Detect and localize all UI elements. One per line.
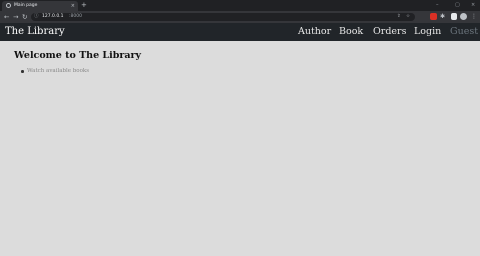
nav-link-login[interactable]: Login [414,23,441,41]
browser-tab-strip: Main page × + – ▢ × [0,0,480,11]
address-bar[interactable]: ⓘ 127.0.0.1 :8000 ⇪ ☆ [31,13,415,21]
tab-close-icon[interactable]: × [71,2,75,10]
site-navbar: The Library Author Book Orders Login Gue… [0,23,480,41]
reload-icon[interactable]: ↻ [22,12,27,22]
menu-icon[interactable]: ⋮ [471,12,477,22]
forward-icon[interactable]: → [13,12,18,22]
action-list: Watch available books [21,67,89,75]
list-item[interactable]: Watch available books [21,67,89,75]
nav-link-author[interactable]: Author [298,23,331,41]
profile-avatar[interactable] [460,13,467,20]
puzzle-icon[interactable]: ✱ [440,12,445,22]
maximize-icon[interactable]: ▢ [455,1,460,9]
extension-icon[interactable] [430,13,437,20]
share-icon[interactable]: ⇪ [397,13,401,21]
site-info-icon[interactable]: ⓘ [34,13,39,21]
sidebar-icon[interactable] [451,13,457,20]
browser-tab[interactable]: Main page × [2,1,78,11]
watch-books-link[interactable]: Watch available books [27,68,89,74]
nav-link-book[interactable]: Book [339,23,363,41]
bullet-icon [21,70,24,73]
bookmark-star-icon[interactable]: ☆ [406,13,410,21]
nav-link-orders[interactable]: Orders [373,23,406,41]
nav-user-guest: Guest [450,26,479,37]
minimize-icon[interactable]: – [436,1,439,9]
globe-icon [6,3,11,8]
browser-toolbar: ← → ↻ ⓘ 127.0.0.1 :8000 ⇪ ☆ ✱ ⋮ [0,11,480,23]
page-heading: Welcome to The Library [14,50,142,61]
back-icon[interactable]: ← [4,12,9,22]
new-tab-button[interactable]: + [81,1,87,10]
brand-link[interactable]: The Library [5,23,65,41]
url-port: :8000 [69,14,82,19]
url-host: 127.0.0.1 [42,14,64,19]
tab-title: Main page [14,3,38,8]
close-window-icon[interactable]: × [471,1,475,9]
